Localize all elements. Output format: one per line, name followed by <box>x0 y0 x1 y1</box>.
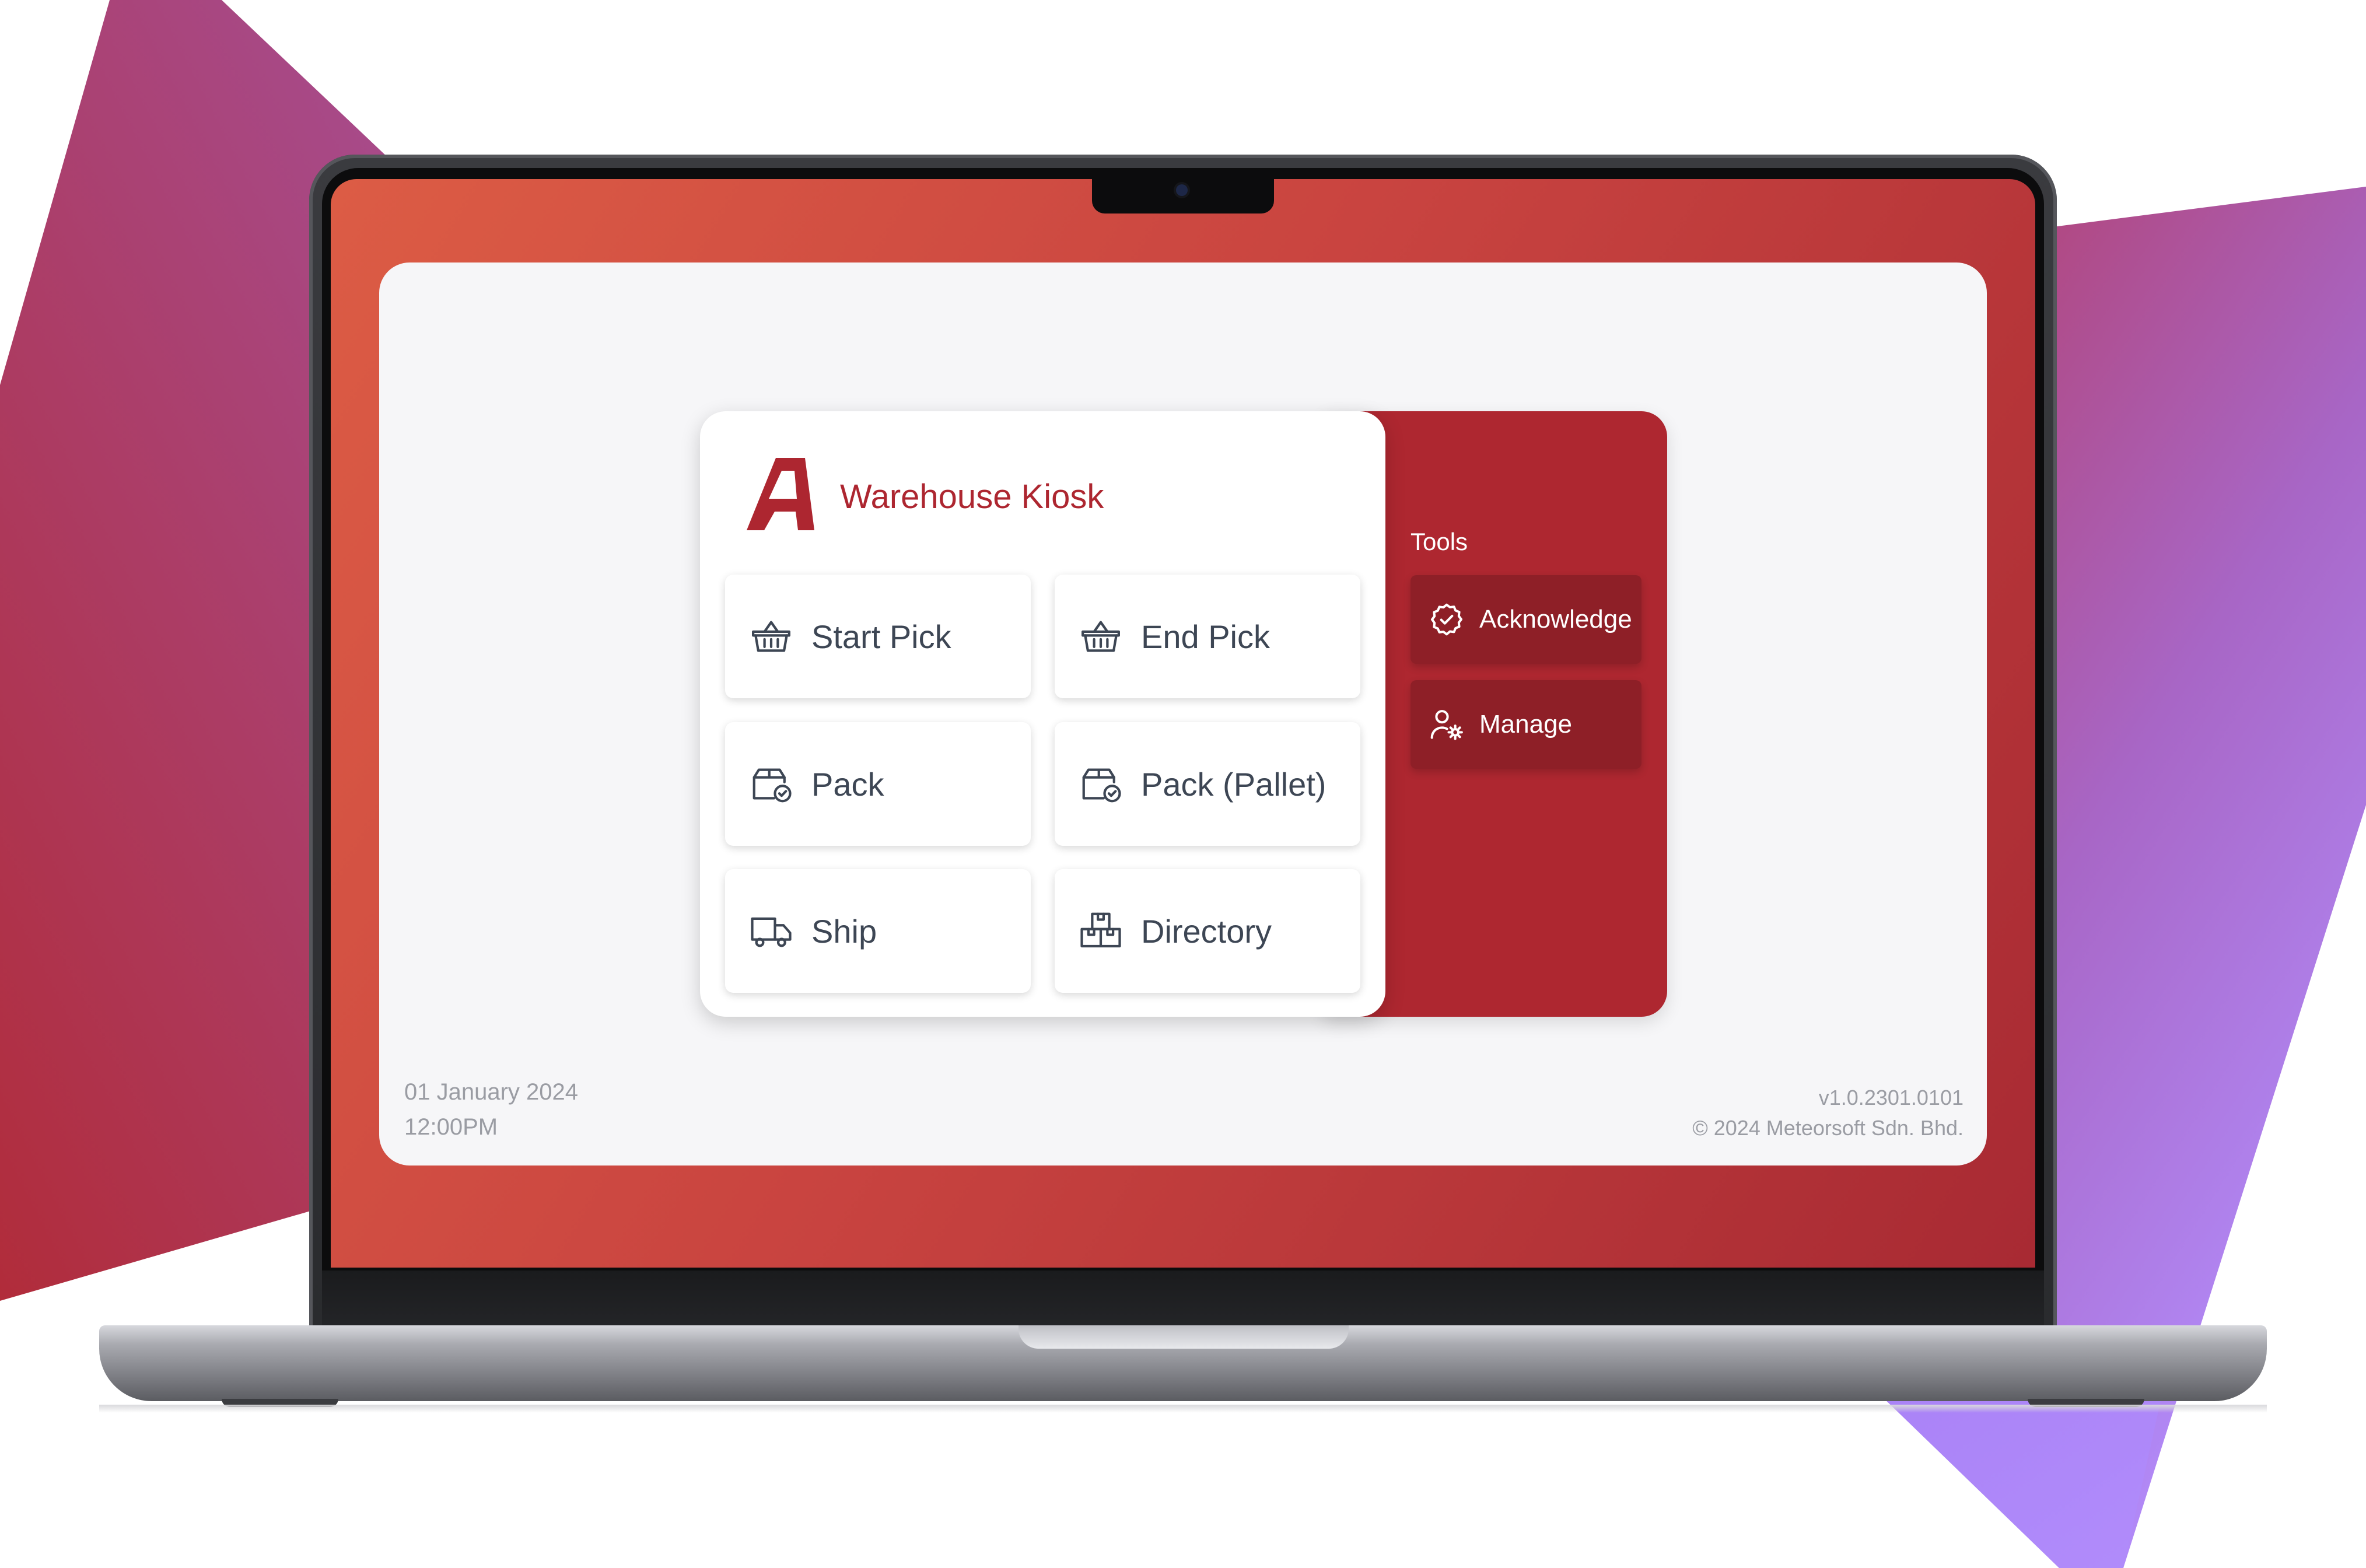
pack-pallet-button[interactable]: Pack (Pallet) <box>1055 722 1360 846</box>
laptop-base-notch <box>1019 1325 1349 1349</box>
datetime: 01 January 2024 12:00PM <box>404 1074 578 1144</box>
manage-button[interactable]: Manage <box>1410 680 1642 769</box>
app-title: Warehouse Kiosk <box>840 478 1104 516</box>
pack-button[interactable]: Pack <box>725 722 1031 846</box>
box-check-icon <box>1082 768 1121 803</box>
pack-pallet-label: Pack (Pallet) <box>1141 765 1326 803</box>
time-text: 12:00PM <box>404 1114 498 1140</box>
camera-icon <box>1176 184 1188 196</box>
end-pick-label: End Pick <box>1141 618 1270 655</box>
date-text: 01 January 2024 <box>404 1079 579 1105</box>
ship-label: Ship <box>811 912 877 950</box>
badge-check-icon <box>1430 603 1463 636</box>
start-pick-button[interactable]: Start Pick <box>725 575 1031 698</box>
version-text: v1.0.2301.0101 <box>1818 1086 1964 1110</box>
end-pick-button[interactable]: End Pick <box>1055 575 1360 698</box>
manage-label: Manage <box>1479 710 1573 738</box>
user-gear-icon <box>1430 710 1463 740</box>
directory-label: Directory <box>1141 912 1272 950</box>
start-pick-label: Start Pick <box>811 618 951 655</box>
truck-icon <box>751 917 792 947</box>
basket-icon <box>1082 621 1120 652</box>
pack-label: Pack <box>811 765 884 803</box>
tools-title: Tools <box>1410 528 1468 555</box>
company-logo <box>747 458 814 530</box>
acknowledge-button[interactable]: Acknowledge <box>1410 575 1642 664</box>
laptop-shadow <box>99 1405 2267 1413</box>
basket-icon <box>752 621 790 652</box>
copyright-text: © 2024 Meteorsoft Sdn. Bhd. <box>1692 1116 1964 1140</box>
version-info: v1.0.2301.0101 © 2024 Meteorsoft Sdn. Bh… <box>1692 1083 1964 1143</box>
ship-button[interactable]: Ship <box>725 869 1031 993</box>
box-check-icon <box>752 768 792 803</box>
laptop-bezel-bottom <box>322 1270 2044 1329</box>
boxes-icon <box>1080 912 1121 948</box>
acknowledge-label: Acknowledge <box>1479 605 1632 634</box>
directory-button[interactable]: Directory <box>1055 869 1360 993</box>
